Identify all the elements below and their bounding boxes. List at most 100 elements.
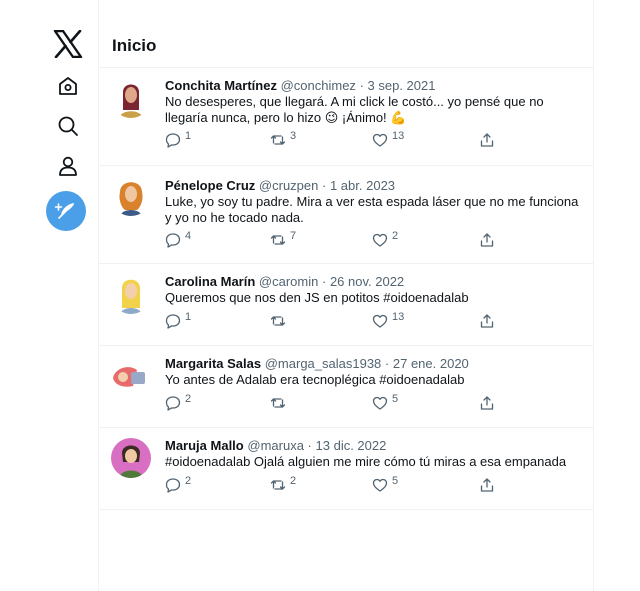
- tweet-text: No desesperes, que llegará. A mi click l…: [165, 94, 544, 125]
- dot-separator: ·: [384, 356, 390, 371]
- retweet-button[interactable]: [270, 395, 290, 411]
- retweet-icon: [270, 316, 286, 326]
- tweet-text: #oidoenadalab Ojalá alguien me mire cómo…: [165, 454, 567, 469]
- author-handle[interactable]: @conchimez: [281, 78, 356, 93]
- author-handle[interactable]: @cruzpen: [259, 178, 318, 193]
- heart-icon: [372, 478, 388, 492]
- tweet-date[interactable]: 1 abr. 2023: [330, 178, 395, 193]
- like-button[interactable]: 13: [372, 311, 405, 329]
- author-name[interactable]: Carolina Marín: [165, 274, 255, 289]
- tweet-actions: 2 5: [165, 393, 495, 411]
- x-logo-icon[interactable]: [48, 24, 88, 64]
- like-count: 13: [392, 311, 405, 323]
- timeline-header: Inicio: [99, 0, 593, 68]
- tweet[interactable]: Carolina Marín @caromin · 26 nov. 2022 Q…: [99, 264, 593, 346]
- retweet-button[interactable]: 7: [270, 230, 297, 248]
- retweet-icon: [270, 480, 286, 490]
- share-button[interactable]: [479, 477, 495, 493]
- retweet-count: 3: [290, 130, 297, 142]
- reply-icon: [165, 478, 181, 493]
- sidebar-nav: [0, 0, 98, 591]
- dot-separator: ·: [307, 438, 312, 453]
- dot-separator: ·: [321, 274, 327, 289]
- retweet-button[interactable]: 2: [270, 475, 297, 493]
- share-icon: [480, 396, 494, 410]
- share-button[interactable]: [479, 132, 495, 148]
- retweet-button[interactable]: [270, 313, 290, 329]
- like-button[interactable]: 2: [372, 230, 399, 248]
- tweet-text: Queremos que nos den JS en potitos #oido…: [165, 290, 469, 305]
- page-title: Inicio: [112, 36, 157, 55]
- author-name[interactable]: Pénelope Cruz: [165, 178, 255, 193]
- tweet[interactable]: Maruja Mallo @maruxa · 13 dic. 2022 #oid…: [99, 428, 593, 510]
- home-icon[interactable]: [48, 66, 88, 106]
- timeline-column: Inicio Conchita Martínez @conchimez · 3 …: [98, 0, 594, 591]
- reply-count: 1: [185, 311, 192, 323]
- feather-icon: [54, 203, 74, 219]
- like-count: 5: [392, 475, 399, 487]
- tweet-header: Carolina Marín @caromin · 26 nov. 2022: [165, 274, 404, 289]
- tweet-date[interactable]: 26 nov. 2022: [330, 274, 404, 289]
- tweet-header: Pénelope Cruz @cruzpen · 1 abr. 2023: [165, 178, 395, 193]
- reply-button[interactable]: 2: [165, 475, 192, 493]
- reply-button[interactable]: 4: [165, 230, 192, 248]
- heart-icon: [372, 133, 388, 147]
- like-count: 2: [392, 230, 399, 242]
- tweet-header: Conchita Martínez @conchimez · 3 sep. 20…: [165, 78, 435, 93]
- tweet-actions: 2 2 5: [165, 475, 495, 493]
- retweet-icon: [270, 235, 286, 245]
- retweet-button[interactable]: 3: [270, 130, 297, 148]
- tweet-actions: 4 7 2: [165, 230, 495, 248]
- tweet[interactable]: Conchita Martínez @conchimez · 3 sep. 20…: [99, 68, 593, 166]
- tweet[interactable]: Margarita Salas @marga_salas1938 · 27 en…: [99, 346, 593, 428]
- compose-button[interactable]: [46, 191, 86, 231]
- retweet-count: 7: [290, 230, 297, 242]
- retweet-icon: [270, 398, 286, 408]
- tweet-actions: 1 13: [165, 311, 495, 329]
- reply-button[interactable]: 1: [165, 311, 192, 329]
- like-button[interactable]: 5: [372, 475, 399, 493]
- author-name[interactable]: Maruja Mallo: [165, 438, 244, 453]
- reply-count: 2: [185, 475, 192, 487]
- tweet-date[interactable]: 27 ene. 2020: [393, 356, 469, 371]
- avatar[interactable]: [111, 176, 151, 216]
- reply-count: 1: [185, 130, 192, 142]
- retweet-count: 2: [290, 475, 297, 487]
- author-name[interactable]: Margarita Salas: [165, 356, 261, 371]
- heart-icon: [372, 233, 388, 247]
- avatar[interactable]: [111, 274, 151, 314]
- tweet-text: Luke, yo soy tu padre. Mira a ver esta e…: [165, 194, 579, 225]
- reply-icon: [165, 233, 181, 248]
- author-name[interactable]: Conchita Martínez: [165, 78, 277, 93]
- tweet[interactable]: Pénelope Cruz @cruzpen · 1 abr. 2023 Luk…: [99, 166, 593, 264]
- reply-button[interactable]: 1: [165, 130, 192, 148]
- share-button[interactable]: [479, 313, 495, 329]
- tweet-text: Yo antes de Adalab era tecnoplégica #oid…: [165, 372, 465, 387]
- author-handle[interactable]: @maruxa: [247, 438, 304, 453]
- avatar[interactable]: [111, 356, 151, 396]
- tweet-actions: 1 3 13: [165, 130, 495, 148]
- reply-count: 2: [185, 393, 192, 405]
- like-count: 13: [392, 130, 405, 142]
- like-button[interactable]: 13: [372, 130, 405, 148]
- share-button[interactable]: [479, 395, 495, 411]
- tweet-header: Margarita Salas @marga_salas1938 · 27 en…: [165, 356, 469, 371]
- share-button[interactable]: [479, 232, 495, 248]
- avatar[interactable]: [111, 78, 151, 118]
- tweet-date[interactable]: 13 dic. 2022: [316, 438, 387, 453]
- like-button[interactable]: 5: [372, 393, 399, 411]
- author-handle[interactable]: @caromin: [259, 274, 318, 289]
- like-count: 5: [392, 393, 399, 405]
- profile-icon[interactable]: [48, 146, 88, 186]
- dot-separator: ·: [322, 178, 327, 193]
- search-icon[interactable]: [48, 106, 88, 146]
- heart-icon: [372, 314, 388, 328]
- avatar[interactable]: [111, 438, 151, 478]
- author-handle[interactable]: @marga_salas1938: [265, 356, 382, 371]
- reply-icon: [165, 133, 181, 148]
- reply-icon: [165, 396, 181, 411]
- retweet-icon: [270, 135, 286, 145]
- reply-count: 4: [185, 230, 192, 242]
- tweet-date[interactable]: 3 sep. 2021: [368, 78, 436, 93]
- reply-button[interactable]: 2: [165, 393, 192, 411]
